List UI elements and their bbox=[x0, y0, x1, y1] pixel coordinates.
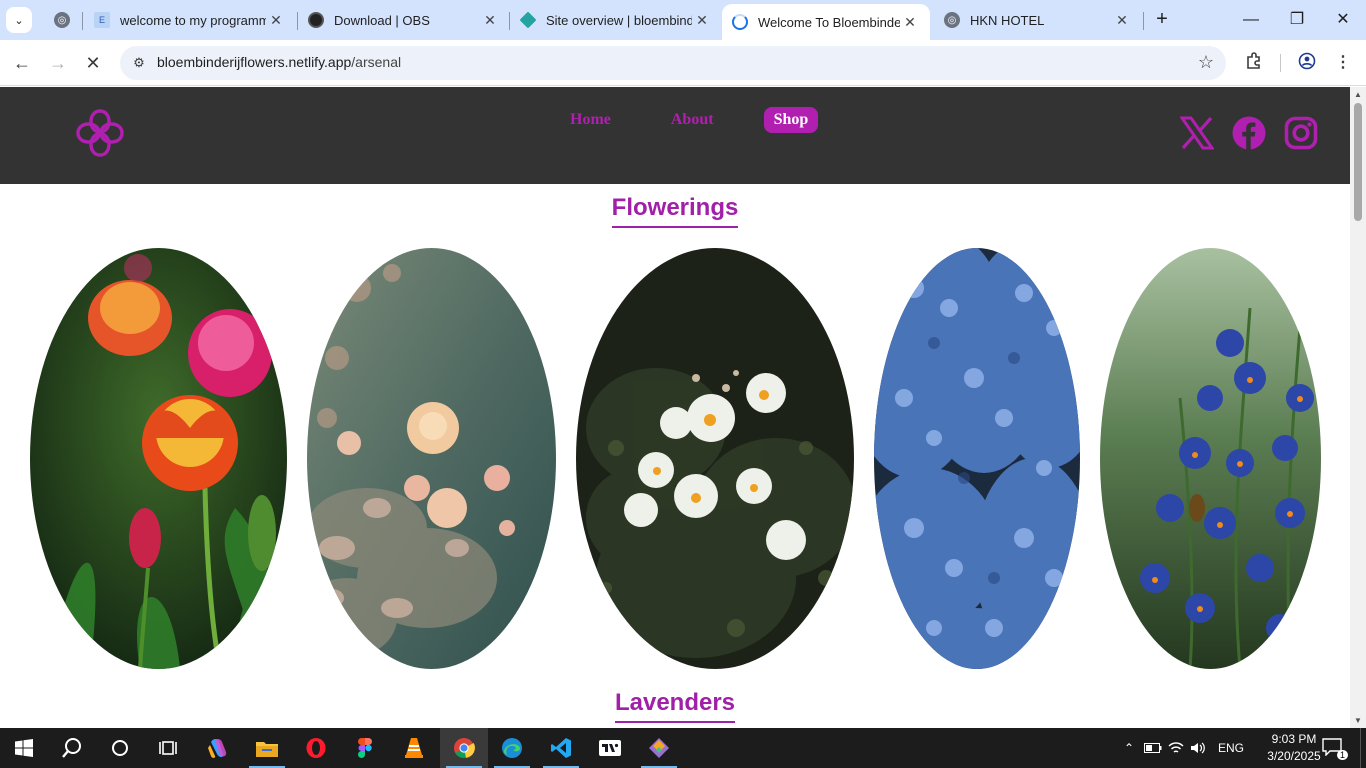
blue-wildflowers-image[interactable] bbox=[1100, 248, 1321, 669]
stop-loading-button[interactable]: ✕ bbox=[81, 51, 105, 75]
tab-separator bbox=[1143, 12, 1144, 30]
chrome-icon[interactable] bbox=[440, 728, 488, 768]
section-title-flowerings: Flowerings bbox=[0, 194, 1350, 228]
netlify-icon bbox=[519, 11, 537, 29]
white-roses-image[interactable] bbox=[576, 248, 854, 669]
flower-logo-icon[interactable] bbox=[74, 107, 126, 159]
site-header: Home About Shop bbox=[0, 87, 1350, 184]
tulips-image[interactable] bbox=[30, 248, 287, 669]
instagram-icon[interactable] bbox=[1284, 116, 1318, 150]
obs-icon bbox=[308, 12, 324, 28]
chevron-up-icon[interactable]: ⌃ bbox=[1120, 741, 1138, 755]
search-icon[interactable] bbox=[48, 728, 96, 768]
cortana-icon[interactable] bbox=[96, 728, 144, 768]
back-button[interactable]: ← bbox=[10, 51, 34, 75]
peach-roses-image[interactable] bbox=[307, 248, 556, 669]
section-title-lavenders: Lavenders bbox=[0, 689, 1350, 723]
extensions-icon[interactable] bbox=[1243, 52, 1265, 74]
nav-about-link[interactable]: About bbox=[661, 107, 724, 133]
vscode-icon[interactable] bbox=[537, 728, 585, 768]
pinned-tab[interactable]: ◎ bbox=[44, 4, 74, 36]
browser-tab-strip: ⌄ ◎ E welcome to my programm ✕ Download … bbox=[0, 0, 1366, 40]
nav-shop-link[interactable]: Shop bbox=[763, 107, 819, 133]
task-view-icon[interactable] bbox=[144, 728, 192, 768]
e-site-icon: E bbox=[94, 12, 110, 28]
restore-button[interactable]: ❐ bbox=[1274, 8, 1320, 32]
close-window-button[interactable]: ✕ bbox=[1320, 8, 1366, 32]
minimize-button[interactable]: — bbox=[1228, 8, 1274, 32]
figma-icon[interactable] bbox=[341, 728, 389, 768]
nav-home-link[interactable]: Home bbox=[560, 107, 621, 133]
globe-icon: ◎ bbox=[54, 12, 70, 28]
git-icon[interactable] bbox=[635, 728, 683, 768]
system-tray: ⌃ ENG bbox=[1120, 728, 1244, 768]
tab-hkn-hotel[interactable]: ◎ HKN HOTEL ✕ bbox=[934, 4, 1142, 36]
main-nav: Home About Shop bbox=[560, 107, 819, 133]
vlc-icon[interactable] bbox=[390, 728, 438, 768]
file-explorer-icon[interactable] bbox=[243, 728, 291, 768]
new-tab-button[interactable]: + bbox=[1150, 8, 1174, 32]
tab-welcome-bloembinderij[interactable]: Welcome To Bloembinderij ✕ bbox=[722, 4, 930, 40]
scroll-up-arrow-icon[interactable]: ▲ bbox=[1354, 90, 1362, 99]
battery-icon[interactable] bbox=[1144, 742, 1162, 754]
globe-icon: ◎ bbox=[944, 12, 960, 28]
wifi-icon[interactable] bbox=[1168, 741, 1184, 755]
address-bar[interactable]: ⚙ bloembinderijflowers.netlify.app/arsen… bbox=[120, 46, 1226, 80]
site-info-icon[interactable]: ⚙ bbox=[130, 54, 148, 72]
tab-download-obs[interactable]: Download | OBS ✕ bbox=[298, 4, 510, 36]
blue-hydrangea-image[interactable] bbox=[874, 248, 1080, 669]
tab-search-chevron-icon[interactable]: ⌄ bbox=[6, 7, 32, 33]
profile-icon[interactable] bbox=[1296, 52, 1318, 74]
menu-kebab-icon[interactable]: ⋮ bbox=[1332, 52, 1354, 74]
facebook-icon[interactable] bbox=[1232, 116, 1266, 150]
language-indicator[interactable]: ENG bbox=[1218, 741, 1244, 755]
scroll-down-arrow-icon[interactable]: ▼ bbox=[1354, 716, 1362, 725]
page-scrollbar[interactable]: ▲ ▼ bbox=[1350, 87, 1366, 728]
tab-separator bbox=[82, 12, 83, 30]
tab-welcome-programm[interactable]: E welcome to my programm ✕ bbox=[84, 4, 296, 36]
opera-icon[interactable] bbox=[292, 728, 340, 768]
close-tab-icon[interactable]: ✕ bbox=[266, 12, 286, 29]
close-tab-icon[interactable]: ✕ bbox=[900, 14, 920, 31]
bookmark-star-icon[interactable]: ☆ bbox=[1198, 52, 1214, 73]
close-tab-icon[interactable]: ✕ bbox=[480, 12, 500, 29]
x-twitter-icon[interactable] bbox=[1180, 116, 1214, 150]
volume-icon[interactable] bbox=[1190, 741, 1206, 755]
tradingview-icon[interactable] bbox=[586, 728, 634, 768]
notification-count-badge: 1 bbox=[1336, 750, 1348, 760]
close-tab-icon[interactable]: ✕ bbox=[692, 12, 712, 29]
tab-site-overview[interactable]: Site overview | bloembinde ✕ bbox=[510, 4, 722, 36]
forward-button[interactable]: → bbox=[46, 51, 70, 75]
start-icon[interactable] bbox=[0, 728, 48, 768]
close-tab-icon[interactable]: ✕ bbox=[1112, 12, 1132, 29]
toolbar-divider bbox=[1280, 54, 1281, 72]
page-viewport: Home About Shop Flowerings Lavenders bbox=[0, 87, 1350, 728]
show-desktop-button[interactable] bbox=[1360, 728, 1366, 768]
edge-icon[interactable] bbox=[488, 728, 536, 768]
windows-taskbar: ⌃ ENG 9:03 PM 3/20/2025 1 bbox=[0, 728, 1366, 768]
notification-center-icon[interactable]: 1 bbox=[1322, 738, 1348, 760]
url-text[interactable]: bloembinderijflowers.netlify.app/arsenal bbox=[157, 54, 401, 70]
scrollbar-thumb[interactable] bbox=[1354, 103, 1362, 221]
system-clock[interactable]: 9:03 PM 3/20/2025 bbox=[1262, 731, 1326, 765]
clock-date: 3/20/2025 bbox=[1267, 749, 1321, 763]
copilot-icon[interactable] bbox=[194, 728, 242, 768]
browser-toolbar: ← → ✕ ⚙ bloembinderijflowers.netlify.app… bbox=[0, 40, 1366, 86]
loading-icon bbox=[732, 14, 748, 30]
clock-time: 9:03 PM bbox=[1271, 732, 1317, 746]
